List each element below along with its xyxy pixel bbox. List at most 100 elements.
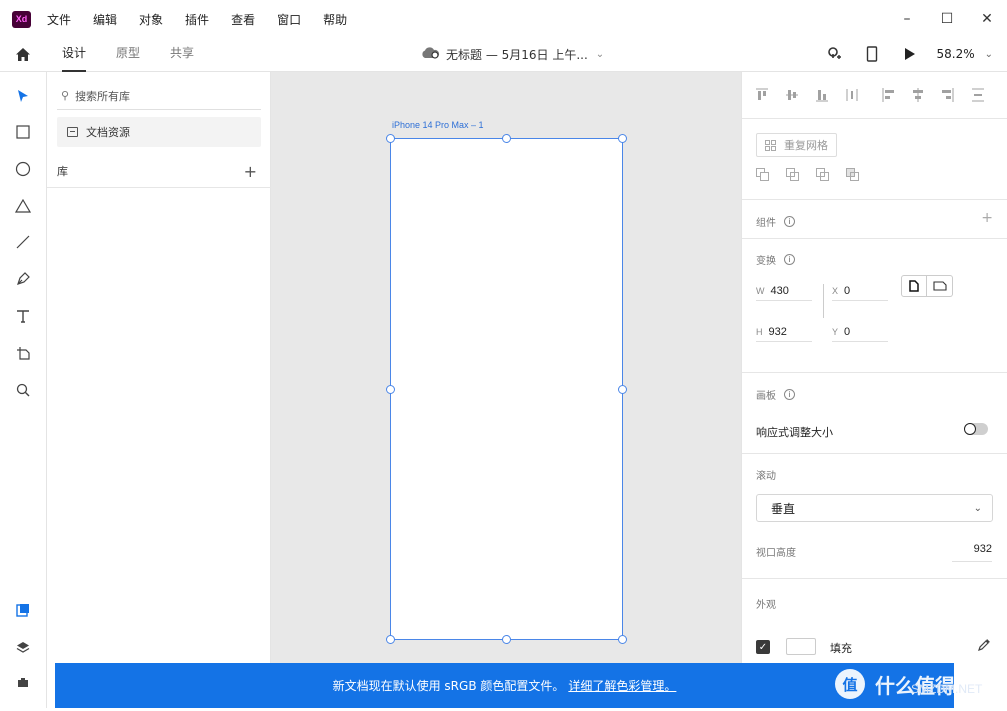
distribute-horizontal-icon[interactable] <box>972 88 984 102</box>
search-placeholder: 搜索所有库 <box>75 89 131 103</box>
portrait-orientation-icon[interactable] <box>901 275 927 297</box>
layers-panel-icon[interactable] <box>13 637 33 657</box>
document-title[interactable]: 无标题 — 5月16日 上午... ⌄ <box>420 38 604 70</box>
property-inspector: 重复网格 组件 i + 变换 i W 430 X 0 H 932 Y 0 画板 … <box>741 72 1007 711</box>
tab-prototype[interactable]: 原型 <box>116 38 140 72</box>
toolbar-right: 58.2% ⌄ <box>822 38 1007 70</box>
artboard-section-title: 画板 i <box>756 387 795 402</box>
home-icon[interactable] <box>14 46 32 64</box>
artboard[interactable] <box>390 138 623 640</box>
repeat-grid-icon <box>765 139 776 151</box>
section-divider <box>742 238 1007 239</box>
zoom-level[interactable]: 58.2% <box>936 47 974 61</box>
resize-handle-top-left[interactable] <box>386 134 395 143</box>
info-icon[interactable]: i <box>784 389 795 400</box>
plugins-panel-icon[interactable] <box>13 672 33 692</box>
menu-edit[interactable]: 编辑 <box>93 11 117 28</box>
boolean-exclude-icon[interactable] <box>846 168 860 182</box>
aspect-lock-icon[interactable] <box>814 284 824 318</box>
align-right-icon[interactable] <box>942 88 954 102</box>
ellipse-tool-icon[interactable] <box>13 159 33 179</box>
tab-design[interactable]: 设计 <box>62 38 87 72</box>
section-divider <box>742 578 1007 579</box>
resize-handle-top-right[interactable] <box>618 134 627 143</box>
align-center-icon[interactable] <box>912 88 924 102</box>
libraries-panel-icon[interactable] <box>13 600 33 620</box>
repeat-grid-button[interactable]: 重复网格 <box>756 133 837 157</box>
width-field[interactable]: W 430 <box>756 281 812 301</box>
repeat-grid-label: 重复网格 <box>784 139 828 152</box>
align-left-icon[interactable] <box>882 88 894 102</box>
document-assets-icon <box>67 127 78 137</box>
scroll-direction-select[interactable]: 垂直 ⌄ <box>756 494 993 522</box>
resize-handle-bottom-left[interactable] <box>386 635 395 644</box>
menu-object[interactable]: 对象 <box>139 11 163 28</box>
artboard-title-text: 画板 <box>756 391 776 402</box>
boolean-intersect-icon[interactable] <box>816 168 830 182</box>
minimize-button[interactable]: – <box>887 0 927 38</box>
zoom-tool-icon[interactable] <box>13 380 33 400</box>
color-management-link[interactable]: 详细了解色彩管理。 <box>568 677 676 694</box>
alignment-toolbar <box>756 88 1002 102</box>
close-button[interactable]: ✕ <box>967 0 1007 38</box>
info-icon[interactable]: i <box>784 216 795 227</box>
resize-handle-bottom-right[interactable] <box>618 635 627 644</box>
library-panel: ⚲ 搜索所有库 文档资源 库 + <box>47 72 271 711</box>
fill-color-swatch[interactable] <box>786 638 816 655</box>
maximize-button[interactable]: ☐ <box>927 0 967 38</box>
user-invite-icon[interactable] <box>822 42 846 66</box>
menu-plugins[interactable]: 插件 <box>185 11 209 28</box>
play-preview-icon[interactable] <box>898 42 922 66</box>
line-tool-icon[interactable] <box>13 232 33 252</box>
height-field[interactable]: H 932 <box>756 322 812 342</box>
design-canvas[interactable]: iPhone 14 Pro Max – 1 <box>271 72 741 711</box>
zoom-chevron-icon[interactable]: ⌄ <box>985 49 993 60</box>
x-field[interactable]: X 0 <box>832 281 888 301</box>
y-value: 0 <box>844 325 851 338</box>
align-bottom-icon[interactable] <box>816 88 828 102</box>
menu-file[interactable]: 文件 <box>47 11 71 28</box>
y-field[interactable]: Y 0 <box>832 322 888 342</box>
resize-handle-bottom[interactable] <box>502 635 511 644</box>
banner-message: 新文档现在默认使用 sRGB 颜色配置文件。 <box>332 679 565 693</box>
eyedropper-icon[interactable] <box>978 638 991 655</box>
align-middle-icon[interactable] <box>786 88 798 102</box>
resize-handle-left[interactable] <box>386 385 395 394</box>
menu-help[interactable]: 帮助 <box>323 11 347 28</box>
responsive-resize-label: 响应式调整大小 <box>756 426 833 439</box>
responsive-resize-toggle[interactable] <box>964 423 988 435</box>
pen-tool-icon[interactable] <box>13 269 33 289</box>
menu-window[interactable]: 窗口 <box>277 11 301 28</box>
menu-view[interactable]: 查看 <box>231 11 255 28</box>
fill-checkbox[interactable]: ✓ <box>756 640 770 654</box>
height-value: 932 <box>768 325 787 338</box>
tool-rail <box>0 72 47 711</box>
window-controls: – ☐ ✕ <box>887 0 1007 38</box>
landscape-orientation-icon[interactable] <box>927 275 953 297</box>
viewport-height-field[interactable]: 932 <box>952 540 992 562</box>
x-value: 0 <box>844 284 851 297</box>
artboard-name[interactable]: iPhone 14 Pro Max – 1 <box>392 120 484 130</box>
select-tool-icon[interactable] <box>13 86 33 106</box>
info-icon[interactable]: i <box>784 254 795 265</box>
boolean-subtract-icon[interactable] <box>786 168 800 182</box>
distribute-vertical-icon[interactable] <box>846 88 858 102</box>
notification-banner: 新文档现在默认使用 sRGB 颜色配置文件。 详细了解色彩管理。 <box>55 663 954 708</box>
mobile-preview-icon[interactable] <box>860 42 884 66</box>
component-title-text: 组件 <box>756 218 776 229</box>
boolean-add-icon[interactable] <box>756 168 770 182</box>
document-title-text: 无标题 — 5月16日 上午... <box>446 47 588 62</box>
document-assets-item[interactable]: 文档资源 <box>57 117 261 147</box>
resize-handle-right[interactable] <box>618 385 627 394</box>
rectangle-tool-icon[interactable] <box>13 122 33 142</box>
add-library-icon[interactable]: + <box>244 162 257 181</box>
artboard-tool-icon[interactable] <box>13 343 33 363</box>
resize-handle-top[interactable] <box>502 134 511 143</box>
add-component-icon[interactable]: + <box>981 210 993 226</box>
chevron-down-icon: ⌄ <box>973 502 982 514</box>
text-tool-icon[interactable] <box>13 306 33 326</box>
tab-share[interactable]: 共享 <box>170 38 194 72</box>
polygon-tool-icon[interactable] <box>13 196 33 216</box>
align-top-icon[interactable] <box>756 88 768 102</box>
library-search-input[interactable]: ⚲ 搜索所有库 <box>57 82 261 110</box>
